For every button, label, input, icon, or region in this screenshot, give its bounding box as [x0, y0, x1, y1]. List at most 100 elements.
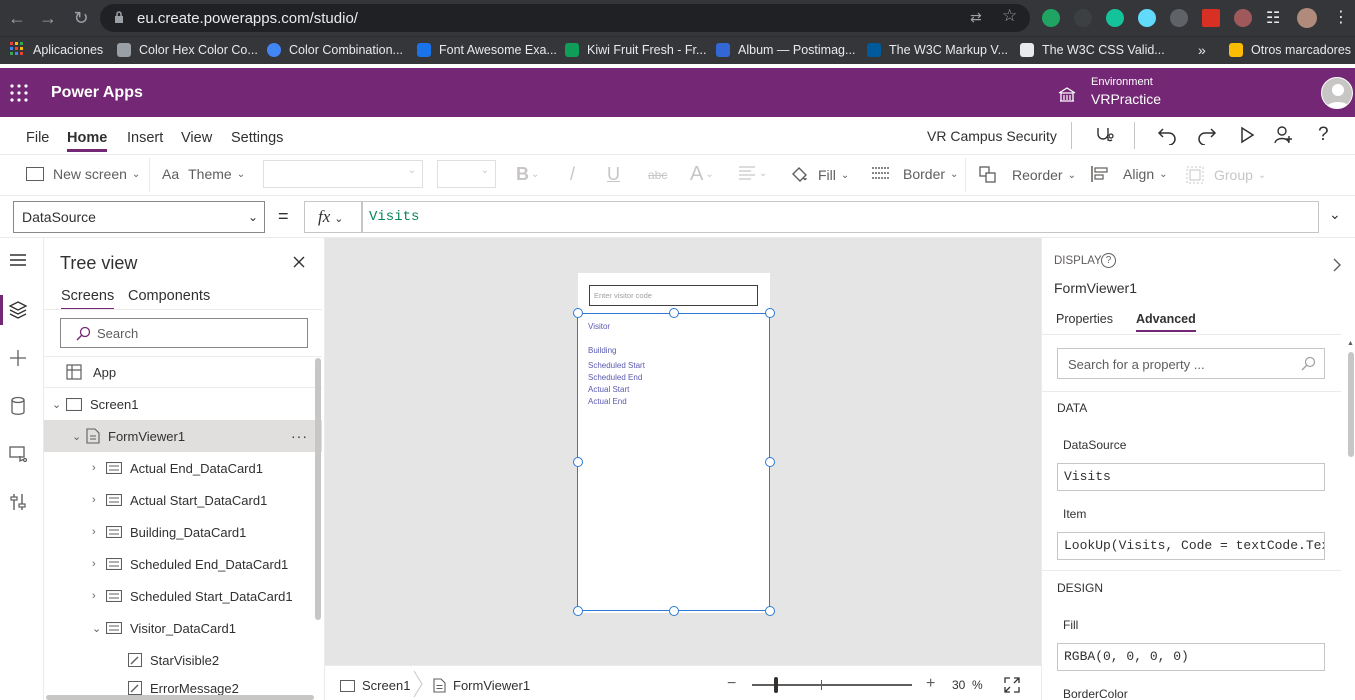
resize-handle[interactable] — [765, 457, 775, 467]
breadcrumb-formviewer1[interactable]: FormViewer1 — [433, 678, 530, 693]
strikethrough-button[interactable]: abc — [648, 168, 667, 182]
environment-name[interactable]: VRPractice — [1091, 91, 1161, 107]
insert-plus-icon[interactable] — [8, 348, 30, 370]
tree-node-card[interactable]: › Scheduled End_DataCard1 — [44, 548, 322, 580]
bookmark-font-awesome[interactable]: Font Awesome Exa... — [417, 41, 557, 59]
bookmark-color-hex[interactable]: Color Hex Color Co... — [117, 41, 258, 59]
tree-node-card[interactable]: › Actual End_DataCard1 — [44, 452, 322, 484]
bold-button[interactable]: B ⌄ — [516, 164, 539, 185]
property-dropdown[interactable]: DataSource ⌄ — [13, 201, 265, 233]
bookmark-w3c-css[interactable]: The W3C CSS Valid... — [1020, 41, 1165, 59]
underline-button[interactable]: U — [607, 164, 620, 185]
extension-fruit-icon[interactable] — [1234, 9, 1252, 27]
help-circle-icon[interactable]: ? — [1101, 253, 1116, 268]
tree-horizontal-scrollbar[interactable] — [46, 695, 314, 700]
bookmark-w3c-markup[interactable]: The W3C Markup V... — [867, 41, 1008, 59]
zoom-in-button[interactable]: + — [926, 675, 935, 693]
expand-formula-icon[interactable]: ⌄ — [1329, 206, 1341, 223]
properties-scrollbar[interactable] — [1348, 352, 1354, 457]
tree-node-formviewer1[interactable]: ⌄ FormViewer1 ··· — [44, 420, 322, 452]
formula-input[interactable]: Visits — [362, 201, 1319, 233]
font-size-dropdown[interactable]: ⌄ — [437, 160, 496, 188]
font-size-button[interactable]: A ⌄ — [690, 163, 714, 186]
scroll-up-arrow[interactable]: ▲ — [1347, 340, 1355, 350]
group-button[interactable]: Group ⌄ — [1186, 166, 1266, 184]
extension-person-icon[interactable] — [1074, 9, 1092, 27]
bookmark-color-combination[interactable]: Color Combination... — [267, 41, 403, 59]
resize-handle[interactable] — [573, 606, 583, 616]
font-family-dropdown[interactable]: ⌄ — [263, 160, 423, 188]
fill-button[interactable]: Fill ⌄ — [790, 166, 849, 184]
new-screen-button[interactable]: New screen ⌄ — [26, 166, 140, 182]
fill-field[interactable]: RGBA(0, 0, 0, 0) — [1057, 643, 1325, 671]
align-button[interactable]: Align ⌄ — [1091, 166, 1168, 182]
resize-handle[interactable] — [765, 606, 775, 616]
tree-search-input[interactable]: Search — [60, 318, 308, 348]
react-devtools-icon[interactable] — [1138, 9, 1156, 27]
menu-view[interactable]: View — [181, 130, 212, 146]
menu-home[interactable]: Home — [67, 130, 108, 152]
translate-icon[interactable]: ⇄ — [970, 9, 982, 26]
bookmark-postimages[interactable]: Album — Postimag... — [716, 41, 855, 59]
back-icon[interactable]: ← — [6, 7, 28, 29]
puzzle-icon[interactable]: ☷ — [1266, 8, 1280, 28]
data-cylinder-icon[interactable] — [8, 396, 30, 418]
property-search-input[interactable]: Search for a property ... — [1057, 348, 1325, 379]
extension-gray-icon[interactable] — [1170, 9, 1188, 27]
zoom-out-button[interactable]: − — [727, 675, 736, 693]
breadcrumb-screen1[interactable]: Screen1 — [340, 678, 410, 693]
fit-to-window-icon[interactable] — [1004, 677, 1020, 693]
more-options-icon[interactable]: ··· — [291, 428, 308, 444]
profile-avatar[interactable] — [1297, 8, 1317, 28]
tree-node-app[interactable]: App — [44, 356, 322, 388]
chrome-menu-icon[interactable]: ⋮ — [1333, 7, 1349, 27]
media-icon[interactable] — [8, 444, 30, 466]
resize-handle[interactable] — [573, 308, 583, 318]
url-text[interactable]: eu.create.powerapps.com/studio/ — [137, 10, 358, 27]
text-align-button[interactable]: ⌄ — [739, 166, 767, 180]
other-bookmarks[interactable]: Otros marcadores — [1229, 41, 1351, 59]
extension-check-icon[interactable] — [1042, 9, 1060, 27]
visitor-code-input[interactable]: Enter visitor code — [589, 285, 758, 306]
tree-node-screen1[interactable]: ⌄ Screen1 — [44, 388, 322, 420]
app-checker-icon[interactable] — [1093, 125, 1115, 147]
menu-file[interactable]: File — [26, 130, 49, 146]
chevron-right-icon[interactable] — [1331, 257, 1343, 273]
theme-button[interactable]: Aa Theme ⌄ — [162, 166, 245, 182]
forward-icon[interactable]: → — [37, 7, 59, 29]
tab-screens[interactable]: Screens — [61, 288, 115, 310]
tree-node-control[interactable]: StarVisible2 — [44, 644, 322, 676]
star-icon[interactable]: ☆ — [1002, 6, 1017, 26]
undo-icon[interactable] — [1157, 125, 1177, 145]
resize-handle[interactable] — [573, 457, 583, 467]
resize-handle[interactable] — [669, 308, 679, 318]
reorder-button[interactable]: Reorder ⌄ — [979, 166, 1076, 184]
tree-node-card[interactable]: › Scheduled Start_DataCard1 — [44, 580, 322, 612]
tab-advanced[interactable]: Advanced — [1136, 312, 1196, 332]
zoom-slider-thumb[interactable] — [774, 677, 778, 693]
tab-components[interactable]: Components — [128, 288, 210, 304]
tab-properties[interactable]: Properties — [1056, 312, 1113, 326]
apps-grid-icon[interactable] — [10, 42, 24, 56]
menu-settings[interactable]: Settings — [231, 130, 283, 146]
tree-node-card[interactable]: ⌄ Visitor_DataCard1 — [44, 612, 322, 644]
app-title[interactable]: VR Campus Security — [927, 128, 1057, 144]
reload-icon[interactable]: ↻ — [70, 7, 92, 29]
advanced-tools-icon[interactable] — [8, 492, 30, 514]
bookmarks-overflow-button[interactable]: » — [1198, 41, 1206, 59]
item-field[interactable]: LookUp(Visits, Code = textCode.Text) — [1057, 532, 1325, 560]
tree-node-card[interactable]: › Actual Start_DataCard1 — [44, 484, 322, 516]
datasource-field[interactable]: Visits — [1057, 463, 1325, 491]
grammarly-icon[interactable] — [1106, 9, 1124, 27]
bookmark-aplicaciones[interactable]: Aplicaciones — [33, 41, 103, 59]
app-launcher-icon[interactable] — [10, 84, 28, 102]
italic-button[interactable]: / — [570, 164, 575, 185]
fx-button[interactable]: fx ⌄ — [304, 201, 362, 233]
menu-insert[interactable]: Insert — [127, 130, 163, 146]
tree-view-layers-icon[interactable] — [8, 300, 30, 322]
resize-handle[interactable] — [765, 308, 775, 318]
preview-play-icon[interactable] — [1238, 126, 1256, 144]
border-button[interactable]: Border ⌄ — [872, 166, 958, 182]
tree-scrollbar[interactable] — [315, 358, 321, 620]
resize-handle[interactable] — [669, 606, 679, 616]
